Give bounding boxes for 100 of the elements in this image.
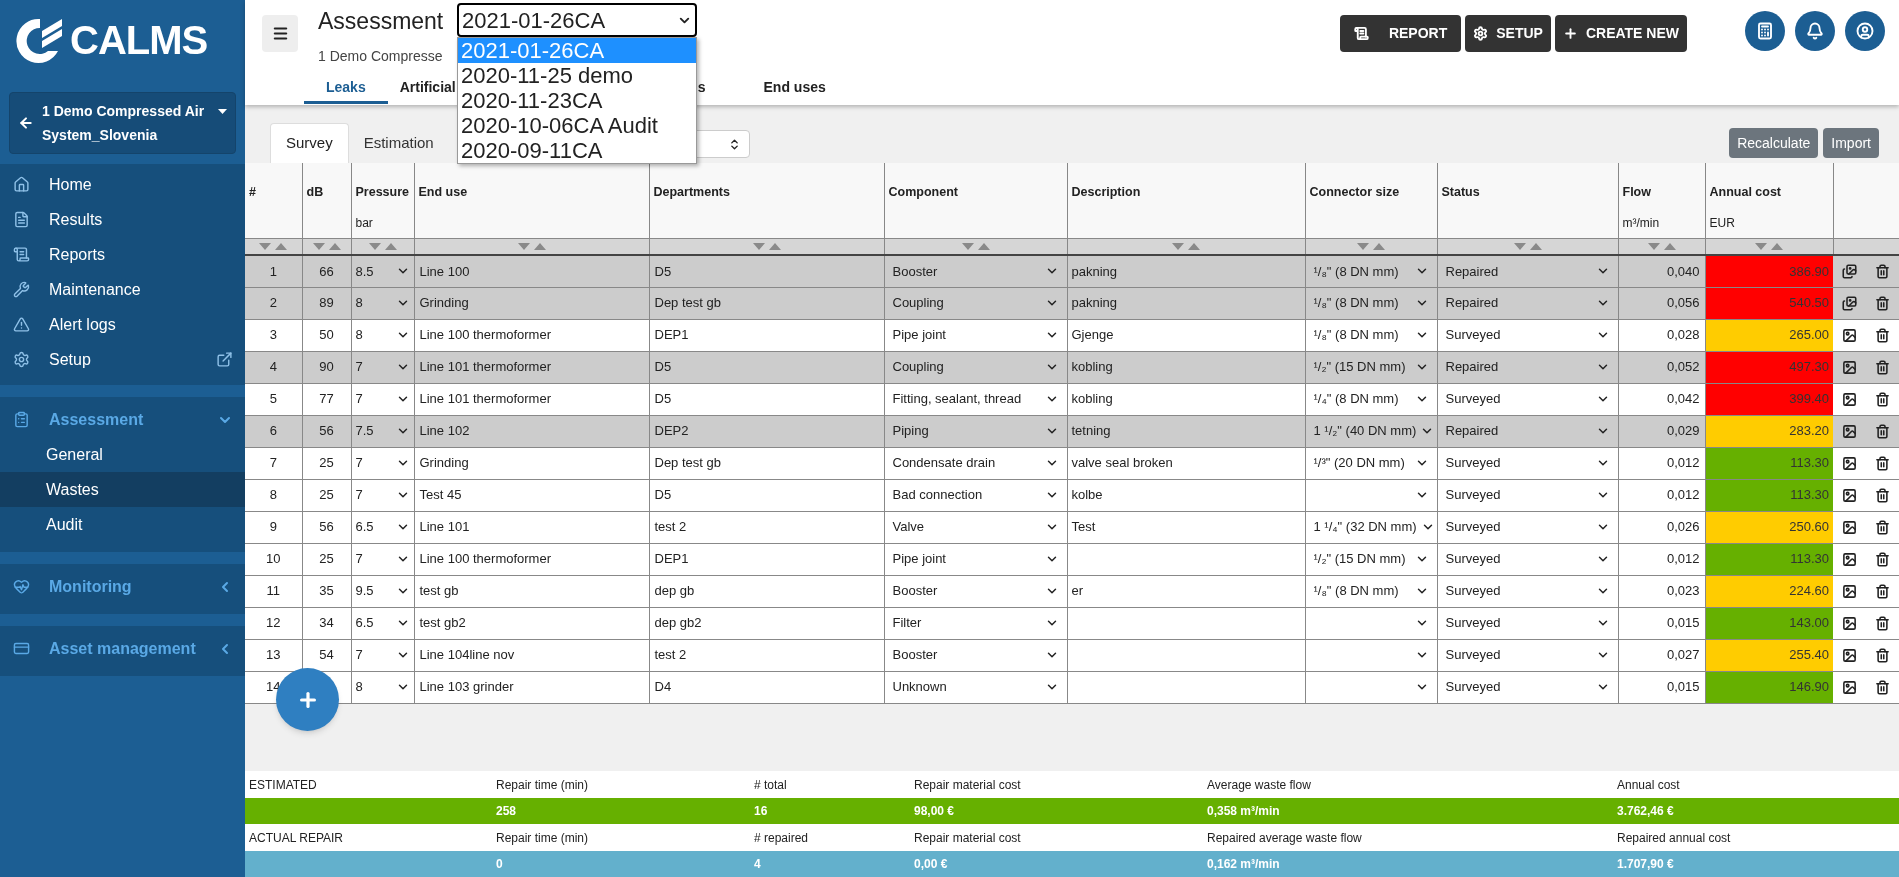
pressure-select[interactable]: 7 — [351, 645, 414, 665]
pressure-select[interactable]: 7 — [351, 357, 414, 377]
component-select[interactable]: Coupling — [888, 357, 1063, 377]
tab[interactable]: Leaks — [304, 73, 388, 104]
status-select[interactable]: Surveyed — [1441, 453, 1614, 473]
nav-subitem[interactable]: Wastes — [0, 472, 245, 507]
nav-item[interactable]: Results — [0, 202, 245, 237]
pressure-select[interactable]: 8 — [351, 677, 414, 697]
status-select[interactable]: Repaired — [1441, 293, 1614, 313]
column-unit: m³/min — [1622, 214, 1661, 232]
status-select[interactable]: Surveyed — [1441, 677, 1614, 697]
nav-item[interactable]: Reports — [0, 237, 245, 272]
pressure-select[interactable]: 8 — [351, 325, 414, 345]
component-select[interactable]: Fitting, sealant, thread — [888, 389, 1063, 409]
connector-select[interactable]: 1 ¹/₂" (40 DN mm) — [1309, 421, 1433, 441]
toolbar-button[interactable]: SETUP — [1465, 15, 1551, 52]
table-cell: 25 — [319, 455, 334, 471]
summary-label: ESTIMATED — [249, 776, 318, 794]
subtab[interactable]: Survey — [270, 123, 349, 163]
connector-select[interactable]: ¹/³" (20 DN mm) — [1309, 453, 1433, 473]
table-cell: Line 100 thermoformer — [419, 551, 551, 567]
toolbar-button[interactable]: CREATE NEW — [1554, 15, 1687, 52]
dropdown-option[interactable]: 2020-11-23CA — [458, 88, 696, 113]
table-cell: Line 100 — [419, 263, 470, 279]
assessment-select[interactable]: 2021-01-26CA — [457, 3, 697, 37]
table-cell: 56 — [319, 423, 334, 439]
annual-cost-cell: 399.40 — [1705, 383, 1833, 415]
nav-subitem[interactable]: General — [0, 437, 245, 472]
status-select[interactable]: Surveyed — [1441, 517, 1614, 537]
component-select[interactable]: Condensate drain — [888, 453, 1063, 473]
table-cell: 34 — [319, 615, 334, 631]
table-cell: 89 — [319, 295, 334, 311]
connector-select[interactable]: ¹/₂" (15 DN mm) — [1309, 549, 1433, 569]
status-select[interactable]: Surveyed — [1441, 389, 1614, 409]
nav-item[interactable]: Alert logs — [0, 307, 245, 342]
component-select[interactable]: Valve — [888, 517, 1063, 537]
table-cell: 77 — [319, 391, 334, 407]
status-select[interactable]: Repaired — [1441, 421, 1614, 441]
connector-select[interactable]: ¹/₈" (8 DN mm) — [1309, 325, 1433, 345]
connector-select[interactable]: ¹/₈" (8 DN mm) — [1309, 261, 1433, 281]
pressure-select[interactable]: 6.5 — [351, 517, 414, 537]
action-button[interactable]: Import — [1823, 128, 1879, 158]
pressure-select[interactable]: 7.5 — [351, 421, 414, 441]
component-select[interactable]: Coupling — [888, 293, 1063, 313]
status-select[interactable]: Surveyed — [1441, 485, 1614, 505]
nav-item[interactable]: Home — [0, 167, 245, 202]
pressure-select[interactable]: 9.5 — [351, 581, 414, 601]
table-cell: Line 101 thermoformer — [419, 391, 551, 407]
component-select[interactable]: Unknown — [888, 677, 1063, 697]
connector-select[interactable]: ¹/₈" (8 DN mm) — [1309, 581, 1433, 601]
tab[interactable]: End uses — [751, 73, 838, 104]
component-select[interactable]: Booster — [888, 581, 1063, 601]
tab[interactable]: Artificial — [397, 73, 458, 104]
dropdown-option[interactable]: 2020-10-06CA Audit — [458, 113, 696, 138]
table-cell: test gb2 — [419, 615, 466, 631]
connector-select[interactable]: ¹/₈" (8 DN mm) — [1309, 293, 1433, 313]
pressure-select[interactable]: 6.5 — [351, 613, 414, 633]
connector-select[interactable]: ¹/₄" (8 DN mm) — [1309, 389, 1433, 409]
status-select[interactable]: Surveyed — [1441, 645, 1614, 665]
table-cell: 3 — [269, 327, 277, 343]
column-header: End use — [418, 184, 469, 201]
table-cell: 25 — [319, 551, 334, 567]
status-select[interactable]: Repaired — [1441, 357, 1614, 377]
pressure-select[interactable]: 7 — [351, 549, 414, 569]
project-selector[interactable]: 1 Demo Compressed Air System_Slovenia — [9, 92, 236, 154]
component-select[interactable]: Bad connection — [888, 485, 1063, 505]
nav-subitem[interactable]: Audit — [0, 507, 245, 542]
status-select[interactable]: Surveyed — [1441, 549, 1614, 569]
component-select[interactable]: Booster — [888, 645, 1063, 665]
table-cell: 2 — [269, 295, 277, 311]
pressure-select[interactable]: 7 — [351, 485, 414, 505]
component-select[interactable]: Pipe joint — [888, 549, 1063, 569]
table-cell: 9 — [269, 519, 277, 535]
component-select[interactable]: Piping — [888, 421, 1063, 441]
toolbar-button[interactable]: REPORT — [1339, 15, 1462, 52]
status-select[interactable]: Surveyed — [1441, 325, 1614, 345]
status-select[interactable]: Repaired — [1441, 261, 1614, 281]
nav-item[interactable]: Setup — [0, 342, 245, 377]
action-button[interactable]: Recalculate — [1729, 128, 1819, 158]
table-cell: 0,040 — [1666, 263, 1700, 279]
pressure-select[interactable]: 7 — [351, 389, 414, 409]
component-select[interactable]: Pipe joint — [888, 325, 1063, 345]
dropdown-option[interactable]: 2020-11-25 demo — [458, 63, 696, 88]
table-cell: DEP1 — [654, 551, 689, 567]
connector-select[interactable]: 1 ¹/₄" (32 DN mm) — [1309, 517, 1433, 537]
table-cell: 0,028 — [1666, 327, 1700, 343]
nav-item[interactable]: Maintenance — [0, 272, 245, 307]
status-select[interactable]: Surveyed — [1441, 613, 1614, 633]
pressure-select[interactable]: 8.5 — [351, 261, 414, 281]
summary-heading: # total — [754, 776, 788, 794]
dropdown-option[interactable]: 2020-09-11CA — [458, 138, 696, 163]
subtab[interactable]: Estimation — [348, 123, 449, 163]
connector-select[interactable]: ¹/₂" (15 DN mm) — [1309, 357, 1433, 377]
pressure-select[interactable]: 7 — [351, 453, 414, 473]
table-cell: Line 103 grinder — [419, 679, 514, 695]
component-select[interactable]: Filter — [888, 613, 1063, 633]
tab[interactable]: s — [695, 73, 708, 104]
component-select[interactable]: Booster — [888, 261, 1063, 281]
status-select[interactable]: Surveyed — [1441, 581, 1614, 601]
pressure-select[interactable]: 8 — [351, 293, 414, 313]
